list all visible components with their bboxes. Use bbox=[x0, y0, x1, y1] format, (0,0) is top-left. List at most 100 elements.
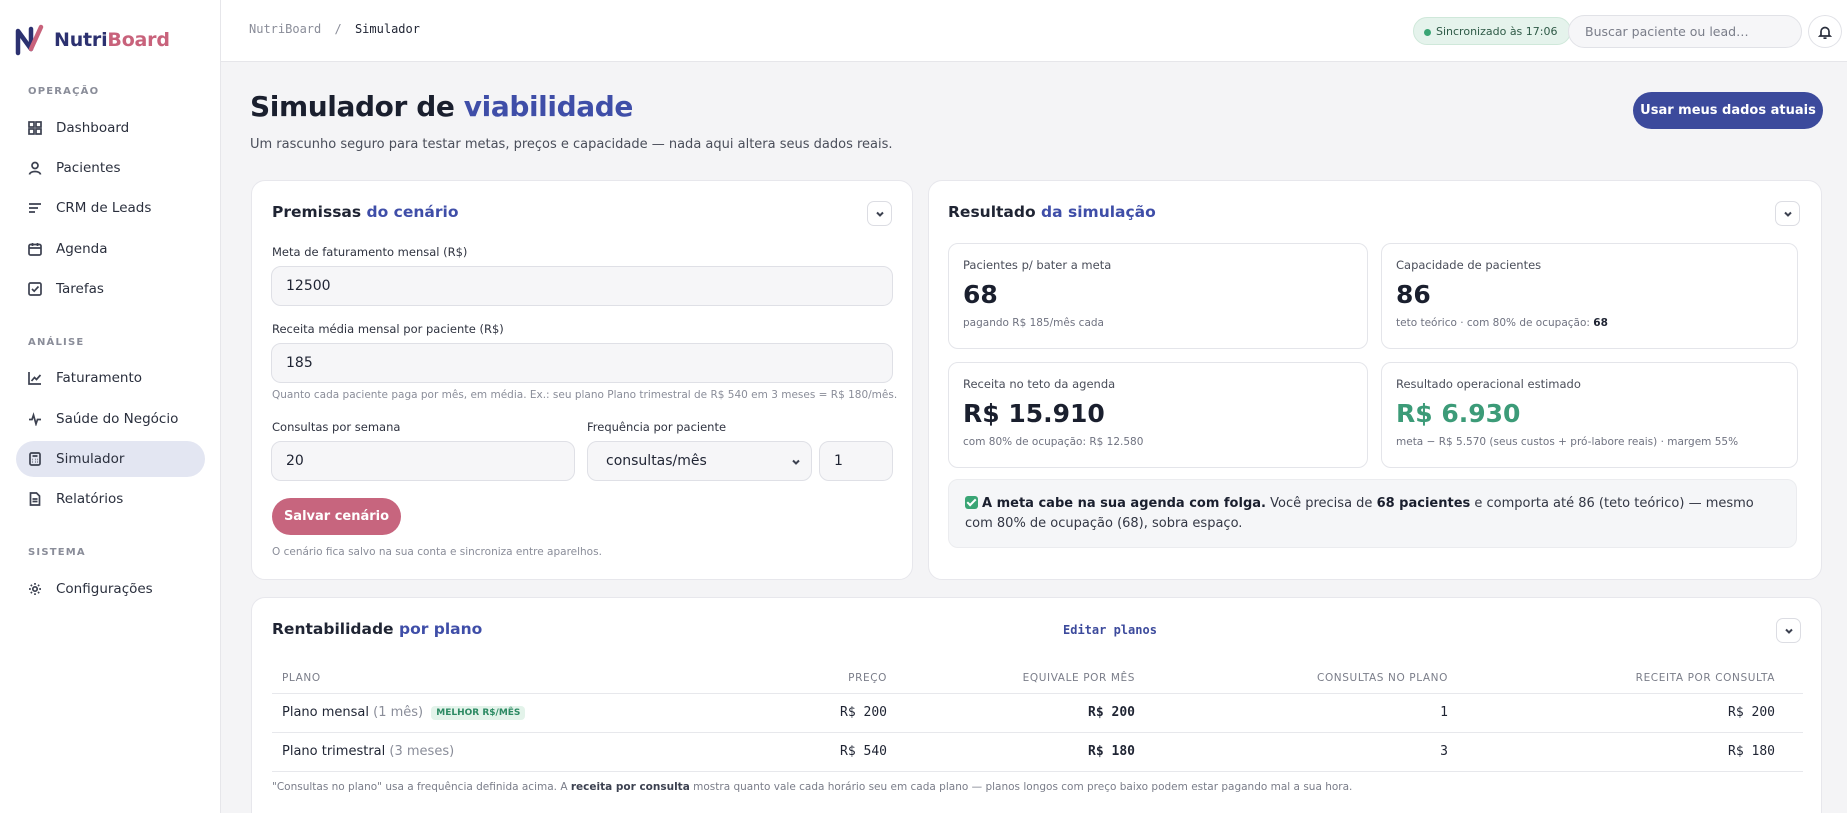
breadcrumb-root[interactable]: NutriBoard bbox=[249, 22, 321, 36]
frequencia-unit-select[interactable]: consultas/mês bbox=[587, 441, 812, 481]
collapse-button[interactable] bbox=[1776, 618, 1801, 643]
app-name: NutriBoard bbox=[54, 29, 170, 51]
metric-value: R$ 6.930 bbox=[1396, 399, 1521, 428]
table-divider bbox=[272, 732, 1803, 733]
app-logo[interactable]: NutriBoard bbox=[14, 22, 170, 58]
sidebar-item-agenda[interactable]: Agenda bbox=[16, 231, 205, 267]
sidebar: NutriBoard OPERAÇÃO Dashboard Pacientes … bbox=[0, 0, 221, 813]
column-header-consultas: CONSULTAS NO PLANO bbox=[1317, 672, 1448, 684]
checkbox-icon bbox=[28, 282, 42, 296]
plan-consultas: 3 bbox=[1440, 744, 1448, 759]
metric-resultado-operacional: Resultado operacional estimado R$ 6.930 … bbox=[1381, 362, 1798, 468]
sidebar-item-saude-negocio[interactable]: Saúde do Negócio bbox=[16, 401, 205, 437]
section-label-analise: ANÁLISE bbox=[28, 337, 85, 348]
column-header-preco: PREÇO bbox=[848, 672, 887, 684]
save-hint: O cenário fica salvo na sua conta e sinc… bbox=[272, 546, 602, 558]
breadcrumb-current: Simulador bbox=[354, 22, 420, 36]
check-icon bbox=[965, 496, 978, 509]
status-dot-icon bbox=[1424, 29, 1431, 36]
plan-name: Plano trimestral bbox=[282, 744, 386, 759]
column-header-plano: PLANO bbox=[282, 672, 321, 684]
use-current-data-button[interactable]: Usar meus dados atuais bbox=[1633, 92, 1823, 129]
user-icon bbox=[28, 161, 42, 175]
sidebar-item-relatorios[interactable]: Relatórios bbox=[16, 481, 205, 517]
sidebar-item-dashboard[interactable]: Dashboard bbox=[16, 110, 205, 146]
metric-label: Pacientes p/ bater a meta bbox=[963, 258, 1112, 272]
plan-per-consulta: R$ 180 bbox=[1728, 744, 1775, 759]
chevron-down-icon bbox=[1784, 628, 1793, 634]
receita-media-input[interactable] bbox=[271, 343, 893, 383]
sidebar-item-simulador[interactable]: Simulador bbox=[16, 441, 205, 477]
breadcrumb-separator: / bbox=[334, 22, 342, 36]
page-title: Simulador de viabilidade bbox=[250, 90, 633, 123]
best-value-badge: MELHOR R$/MÊS bbox=[431, 706, 526, 720]
sidebar-item-label: Agenda bbox=[56, 241, 108, 257]
plan-price: R$ 200 bbox=[840, 705, 887, 720]
table-divider bbox=[272, 771, 1803, 772]
collapse-button[interactable] bbox=[867, 201, 892, 226]
receita-label: Receita média mensal por paciente (R$) bbox=[272, 322, 504, 336]
plan-duration: (3 meses) bbox=[389, 744, 455, 759]
plan-consultas: 1 bbox=[1440, 705, 1448, 720]
sidebar-item-tarefas[interactable]: Tarefas bbox=[16, 271, 205, 307]
sidebar-item-label: Dashboard bbox=[56, 120, 130, 136]
table-divider bbox=[272, 693, 1803, 694]
plan-monthly: R$ 180 bbox=[1088, 744, 1135, 759]
metric-sub: meta − R$ 5.570 (seus custos + pró-labor… bbox=[1396, 436, 1739, 448]
sidebar-item-crm-leads[interactable]: CRM de Leads bbox=[16, 190, 205, 226]
card-title: Resultado da simulação bbox=[948, 203, 1156, 221]
logo-mark-icon bbox=[15, 24, 44, 56]
table-footnote: "Consultas no plano" usa a frequência de… bbox=[272, 781, 1353, 793]
chevron-down-icon bbox=[792, 459, 800, 465]
calendar-icon bbox=[28, 243, 42, 256]
table-row: Plano trimestral (3 meses) bbox=[282, 744, 454, 759]
grid-icon bbox=[28, 121, 42, 135]
chevron-down-icon bbox=[1783, 211, 1792, 217]
meta-faturamento-input[interactable] bbox=[271, 266, 893, 306]
sync-status-badge: Sincronizado às 17:06 bbox=[1413, 17, 1571, 45]
frequencia-label: Frequência por paciente bbox=[587, 420, 727, 434]
sidebar-item-label: Relatórios bbox=[56, 491, 124, 507]
plan-price: R$ 540 bbox=[840, 744, 887, 759]
receita-hint: Quanto cada paciente paga por mês, em mé… bbox=[272, 389, 898, 401]
sidebar-item-configuracoes[interactable]: Configurações bbox=[16, 571, 205, 607]
notifications-button[interactable] bbox=[1808, 15, 1842, 48]
metric-pacientes-meta: Pacientes p/ bater a meta 68 pagando R$ … bbox=[948, 243, 1368, 349]
sidebar-item-pacientes[interactable]: Pacientes bbox=[16, 150, 205, 186]
breadcrumb: NutriBoard / Simulador bbox=[249, 22, 420, 36]
consultas-semana-input[interactable] bbox=[271, 441, 575, 481]
save-scenario-button[interactable]: Salvar cenário bbox=[272, 498, 401, 535]
edit-plans-link[interactable]: Editar planos bbox=[1063, 623, 1157, 637]
column-header-equivale: EQUIVALE POR MÊS bbox=[1022, 672, 1135, 684]
rentabilidade-card: Rentabilidade por plano Editar planos PL… bbox=[251, 597, 1822, 813]
sidebar-item-faturamento[interactable]: Faturamento bbox=[16, 360, 205, 396]
metric-capacidade: Capacidade de pacientes 86 teto teórico … bbox=[1381, 243, 1798, 349]
plan-monthly: R$ 200 bbox=[1088, 705, 1135, 720]
search-input[interactable] bbox=[1568, 15, 1802, 48]
sidebar-item-label: Simulador bbox=[56, 451, 125, 467]
collapse-button[interactable] bbox=[1775, 201, 1800, 226]
frequencia-value-input[interactable] bbox=[819, 441, 893, 481]
sidebar-item-label: Configurações bbox=[56, 581, 153, 597]
plan-per-consulta: R$ 200 bbox=[1728, 705, 1775, 720]
meta-label: Meta de faturamento mensal (R$) bbox=[272, 245, 468, 259]
metric-value: R$ 15.910 bbox=[963, 399, 1105, 428]
metric-value: 68 bbox=[963, 280, 998, 309]
metric-sub: teto teórico · com 80% de ocupação: 68 bbox=[1396, 317, 1608, 329]
metric-sub: pagando R$ 185/mês cada bbox=[963, 317, 1104, 329]
card-title: Premissas do cenário bbox=[272, 203, 459, 221]
column-header-receita-consulta: RECEITA POR CONSULTA bbox=[1635, 672, 1775, 684]
sidebar-item-label: Tarefas bbox=[56, 281, 104, 297]
metric-label: Capacidade de pacientes bbox=[1396, 258, 1542, 272]
topbar: NutriBoard / Simulador Sincronizado às 1… bbox=[221, 0, 1847, 62]
line-chart-icon bbox=[28, 372, 42, 385]
filter-icon bbox=[29, 203, 41, 213]
pulse-icon bbox=[29, 412, 41, 426]
metric-value: 86 bbox=[1396, 280, 1431, 309]
sidebar-item-label: CRM de Leads bbox=[56, 200, 152, 216]
bell-icon bbox=[1818, 26, 1832, 39]
viability-notice: A meta cabe na sua agenda com folga. Voc… bbox=[948, 479, 1797, 548]
metric-receita-teto: Receita no teto da agenda R$ 15.910 com … bbox=[948, 362, 1368, 468]
card-title: Rentabilidade por plano bbox=[272, 620, 483, 638]
plan-duration: (1 mês) bbox=[373, 705, 424, 720]
